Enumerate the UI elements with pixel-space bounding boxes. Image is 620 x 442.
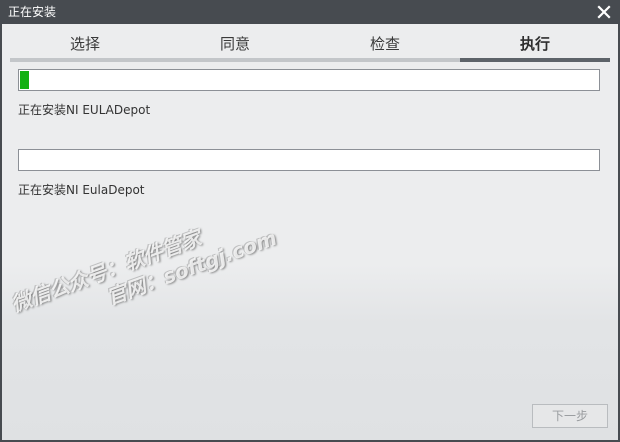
tab-check: 检查 [310, 32, 460, 62]
item-progress-bar [18, 149, 600, 171]
overall-status-text: 正在安装NI EULADepot [18, 103, 151, 117]
tab-underline [310, 58, 460, 62]
tab-label: 同意 [219, 35, 250, 53]
tab-label: 选择 [69, 35, 100, 53]
close-button[interactable] [594, 2, 614, 22]
tab-label: 执行 [519, 35, 550, 53]
tab-underline [460, 58, 610, 62]
watermark: 微信公众号：软件管家 官网：softgj.com [8, 201, 280, 341]
step-tabs: 选择 同意 检查 执行 [10, 32, 610, 62]
tab-select: 选择 [10, 32, 160, 62]
watermark-line: 微信公众号：软件管家 [8, 225, 205, 317]
tab-agree: 同意 [160, 32, 310, 62]
close-icon [597, 5, 611, 19]
installer-window: 正在安装 选择 同意 检查 执行 正在安装NI EULADepot 正在安装NI… [0, 0, 620, 442]
overall-progress-fill [20, 71, 29, 89]
overall-progress-bar [18, 69, 600, 91]
next-button[interactable]: 下一步 [532, 404, 608, 428]
tab-label: 检查 [369, 35, 400, 53]
title-bar: 正在安装 [0, 0, 620, 24]
tab-underline [10, 58, 160, 62]
window-title: 正在安装 [8, 5, 57, 19]
tab-underline [160, 58, 310, 62]
item-status-text: 正在安装NI EulaDepot [18, 183, 145, 197]
watermark-line: 官网：softgj.com [103, 225, 280, 310]
client-area: 选择 同意 检查 执行 正在安装NI EULADepot 正在安装NI Eula… [2, 24, 618, 440]
tab-execute: 执行 [460, 32, 610, 62]
